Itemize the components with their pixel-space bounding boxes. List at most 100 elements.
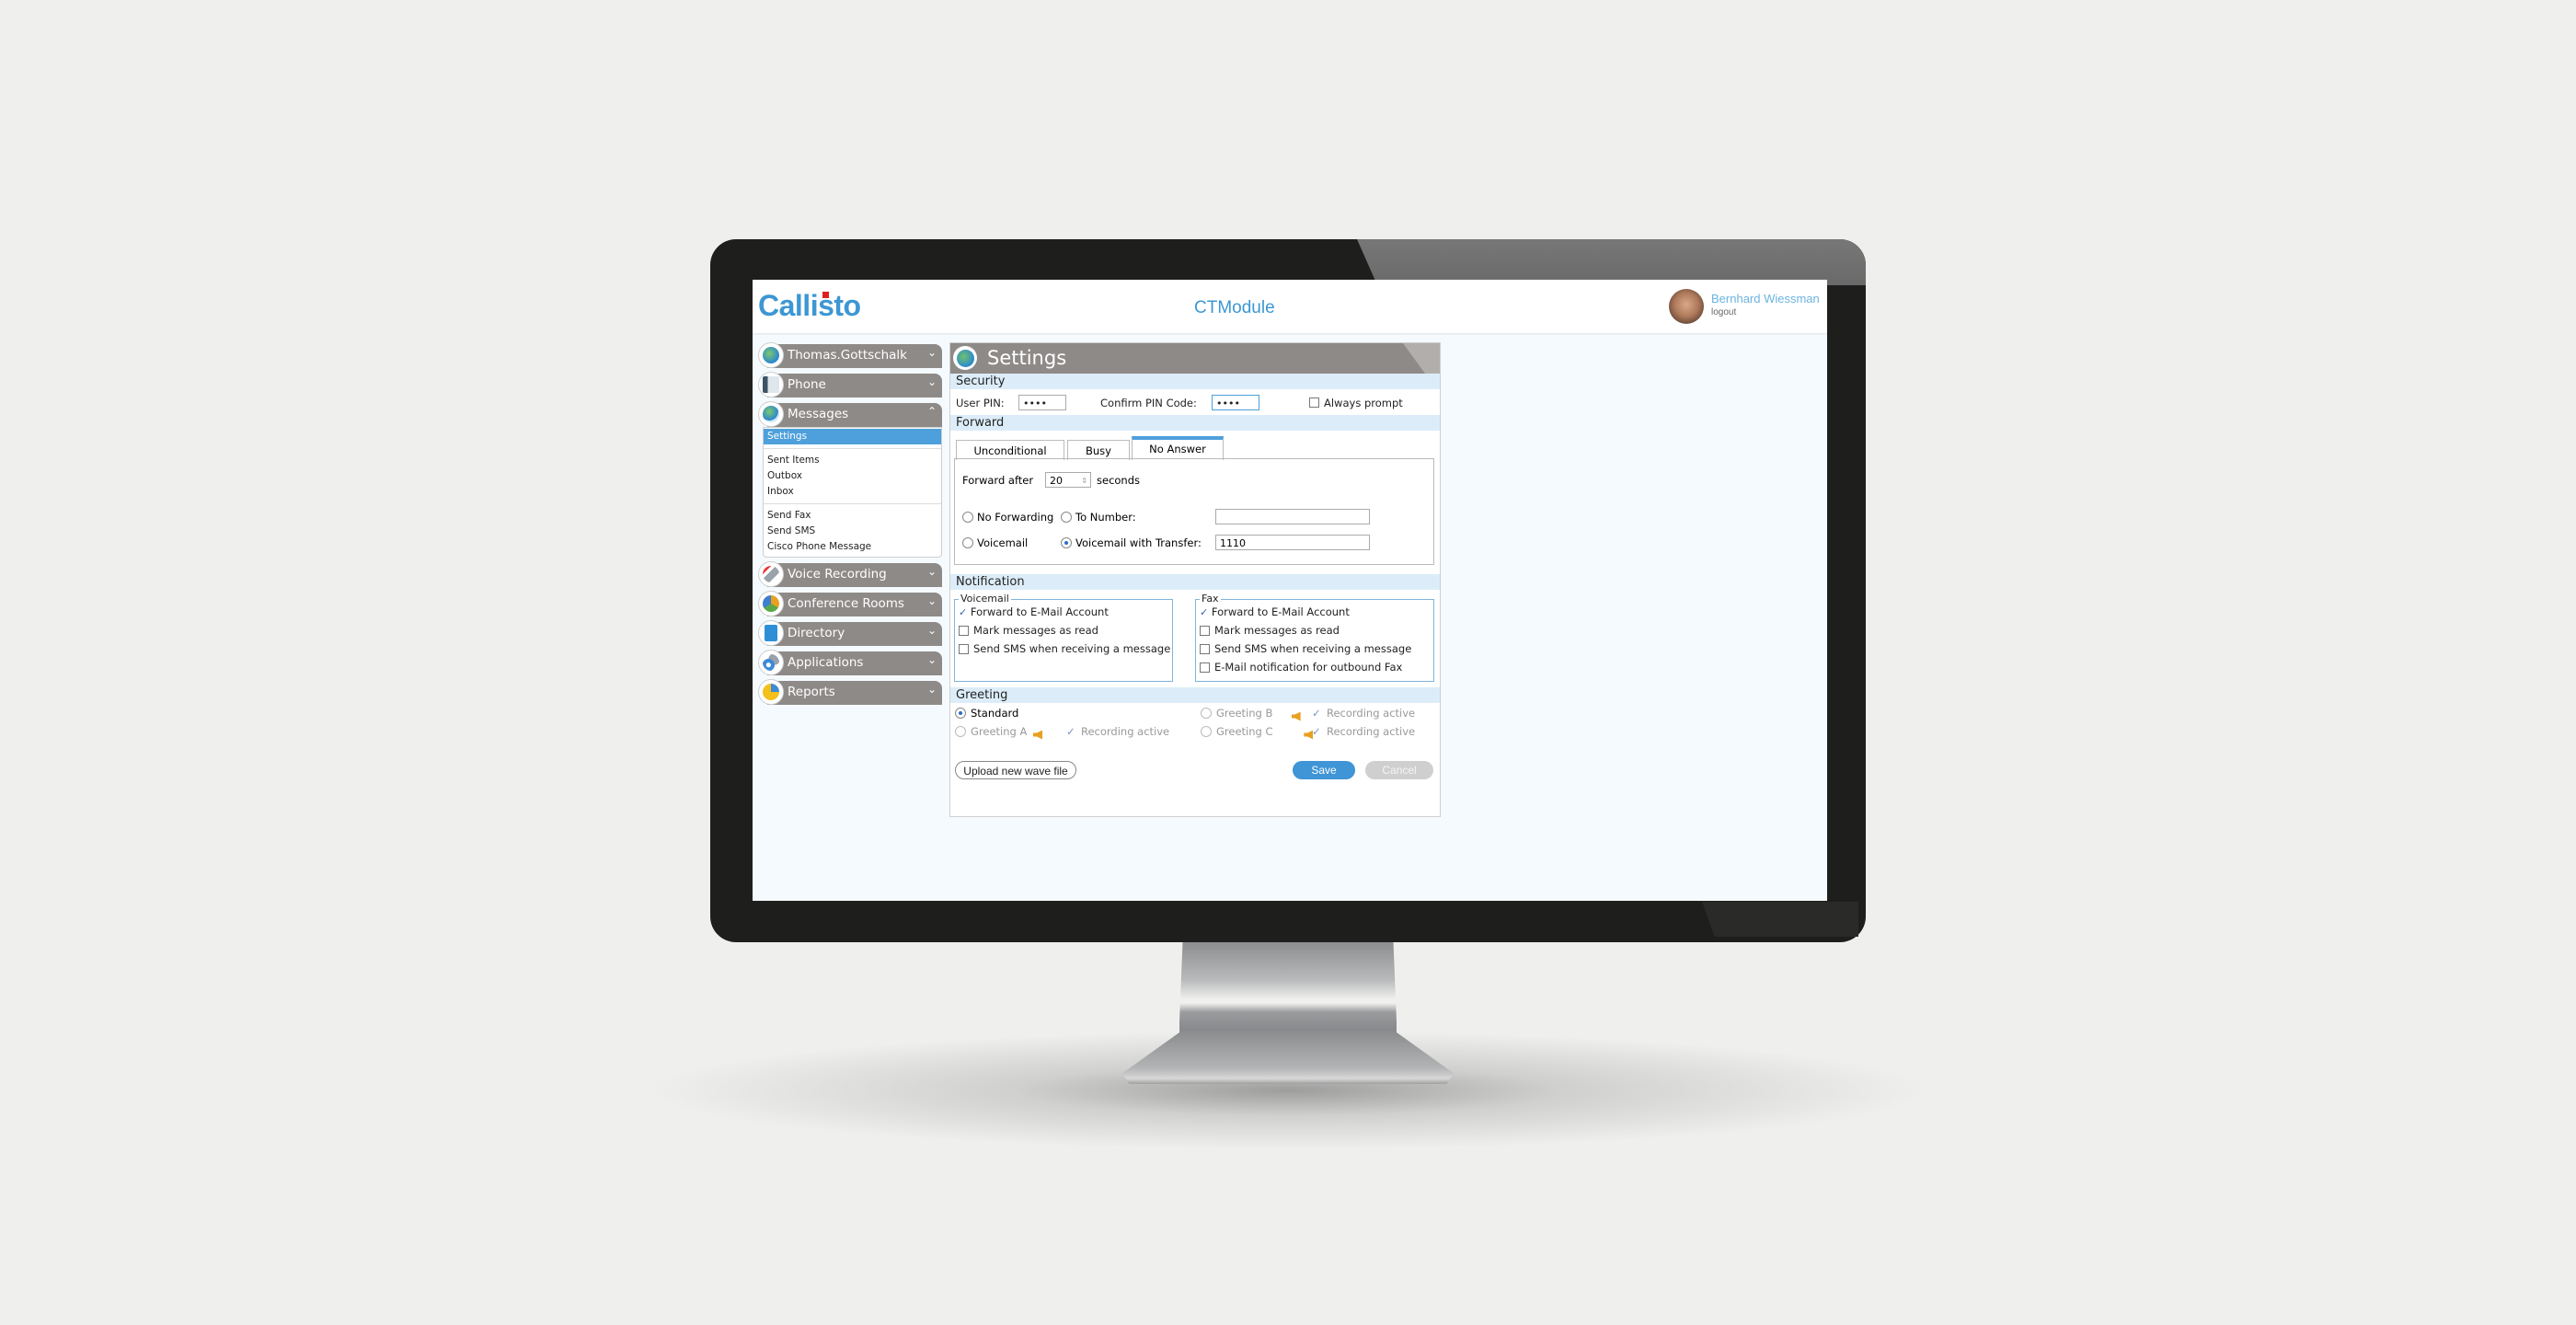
sidebar-item-label: Applications (788, 655, 864, 670)
tab-busy[interactable]: Busy (1067, 440, 1130, 460)
bezel-reflection (1357, 239, 1866, 285)
greeting-a-status: Recording active (1081, 725, 1170, 738)
section-forward: Forward (950, 415, 1440, 431)
top-bar: Callisto CTModule Bernhard Wiessman logo… (753, 280, 1827, 335)
submenu-item-send-sms[interactable]: Send SMS (764, 524, 941, 539)
sidebar-item-label: Messages (788, 407, 849, 421)
vm-send-sms-option[interactable]: Send SMS when receiving a message (959, 642, 1170, 655)
desk-phone-icon (758, 372, 784, 398)
globe-envelope-icon (758, 401, 784, 427)
forward-after-stepper[interactable]: 20 ⇕ (1045, 472, 1091, 488)
checkmark-icon: ✓ (1066, 725, 1075, 738)
greeting-c-label: Greeting C (1216, 725, 1273, 738)
app-screen: Callisto CTModule Bernhard Wiessman logo… (753, 280, 1827, 901)
cancel-button[interactable]: Cancel (1365, 761, 1433, 779)
submenu-item-cisco-phone-message[interactable]: Cisco Phone Message (764, 539, 941, 555)
sidebar-item-messages[interactable]: Messages ⌃ (758, 401, 942, 427)
to-number-input[interactable] (1215, 509, 1370, 524)
submenu-item-inbox[interactable]: Inbox (764, 484, 941, 500)
tab-unconditional[interactable]: Unconditional (956, 440, 1064, 460)
chevron-down-icon[interactable]: ⌄ (927, 683, 937, 696)
user-pin-label: User PIN: (956, 397, 1005, 409)
chevron-down-icon[interactable]: ⌄ (927, 653, 937, 666)
forward-after-label: Forward after (962, 474, 1034, 487)
sidebar-item-reports[interactable]: Reports ⌄ (758, 679, 942, 705)
voicemail-transfer-radio[interactable] (1061, 537, 1072, 548)
sidebar-item-user[interactable]: Thomas.Gottschalk ⌄ (758, 342, 942, 368)
chevron-down-icon[interactable]: ⌄ (927, 565, 937, 578)
user-avatar[interactable] (1669, 289, 1704, 324)
submenu-item-sent-items[interactable]: Sent Items (764, 453, 941, 468)
tab-no-answer[interactable]: No Answer (1132, 436, 1224, 460)
standard-greeting-label: Standard (971, 707, 1019, 720)
voicemail-legend: Voicemail (959, 593, 1011, 605)
no-forwarding-radio[interactable] (962, 512, 973, 523)
sidebar-item-label: Voice Recording (788, 567, 887, 582)
checkbox[interactable] (1200, 644, 1210, 654)
sidebar: Thomas.Gottschalk ⌄ Phone ⌄ Messages ⌃ S… (758, 342, 942, 709)
option-label: Send SMS when receiving a message (1214, 642, 1412, 655)
speaker-icon[interactable] (1033, 730, 1042, 740)
submenu-item-settings[interactable]: Settings (764, 429, 941, 444)
voicemail-transfer-label: Voicemail with Transfer: (1075, 536, 1202, 549)
page-title: Settings (987, 347, 1067, 369)
greeting-c-radio[interactable] (1201, 726, 1212, 737)
swiss-flag-icon (822, 292, 829, 298)
speaker-icon[interactable] (1291, 711, 1301, 721)
checkbox[interactable] (959, 626, 969, 636)
transfer-number-input[interactable]: 1110 (1215, 535, 1370, 550)
microphone-icon (758, 561, 784, 587)
fax-outbound-email-option[interactable]: E-Mail notification for outbound Fax (1200, 661, 1402, 674)
sidebar-item-label: Phone (788, 377, 826, 392)
greeting-b-radio[interactable] (1201, 708, 1212, 719)
user-pin-input[interactable]: •••• (1018, 395, 1066, 410)
checkbox[interactable] (959, 644, 969, 654)
greeting-a-radio[interactable] (955, 726, 966, 737)
fax-send-sms-option[interactable]: Send SMS when receiving a message (1200, 642, 1411, 655)
vm-mark-read-option[interactable]: Mark messages as read (959, 624, 1098, 637)
sidebar-item-directory[interactable]: Directory ⌄ (758, 620, 942, 646)
vm-forward-email-option[interactable]: ✓ Forward to E-Mail Account (959, 605, 1109, 618)
sidebar-item-voice-recording[interactable]: Voice Recording ⌄ (758, 561, 942, 587)
people-icon (758, 591, 784, 616)
to-number-radio[interactable] (1061, 512, 1072, 523)
module-title: CTModule (1194, 298, 1275, 317)
standard-greeting-radio[interactable] (955, 708, 966, 719)
chevron-down-icon[interactable]: ⌄ (927, 594, 937, 607)
chevron-down-icon[interactable]: ⌄ (927, 375, 937, 388)
option-label: Mark messages as read (1214, 624, 1340, 637)
submenu-item-outbox[interactable]: Outbox (764, 468, 941, 484)
confirm-pin-input[interactable]: •••• (1212, 395, 1259, 410)
greeting-c-status: Recording active (1327, 725, 1416, 738)
submenu-item-send-fax[interactable]: Send Fax (764, 508, 941, 524)
user-name[interactable]: Bernhard Wiessman (1711, 292, 1820, 305)
option-label: Mark messages as read (973, 624, 1098, 637)
no-forwarding-label: No Forwarding (977, 511, 1054, 524)
save-button[interactable]: Save (1293, 761, 1355, 779)
checkbox[interactable] (1200, 662, 1210, 673)
voicemail-radio[interactable] (962, 537, 973, 548)
checkmark-icon[interactable]: ✓ (1200, 606, 1208, 618)
checkbox[interactable] (1200, 626, 1210, 636)
gears-icon (758, 650, 784, 675)
chevron-down-icon[interactable]: ⌄ (927, 346, 937, 359)
always-prompt-checkbox[interactable] (1309, 398, 1319, 408)
sidebar-item-phone[interactable]: Phone ⌄ (758, 372, 942, 398)
sidebar-item-label: Conference Rooms (788, 596, 904, 611)
fax-forward-email-option[interactable]: ✓ Forward to E-Mail Account (1200, 605, 1350, 618)
chevron-down-icon[interactable]: ⌄ (927, 624, 937, 637)
sidebar-item-applications[interactable]: Applications ⌄ (758, 650, 942, 675)
upload-wave-file-button[interactable]: Upload new wave file (955, 761, 1076, 779)
monitor-foot (1122, 1031, 1454, 1084)
sidebar-item-conference-rooms[interactable]: Conference Rooms ⌄ (758, 591, 942, 616)
greeting-b-label: Greeting B (1216, 707, 1273, 720)
fax-fieldset: Fax ✓ Forward to E-Mail Account Mark mes… (1195, 593, 1434, 682)
fax-mark-read-option[interactable]: Mark messages as read (1200, 624, 1340, 637)
checkmark-icon: ✓ (1312, 725, 1321, 738)
chevron-up-icon[interactable]: ⌃ (927, 405, 937, 418)
notification-area: Voicemail ✓ Forward to E-Mail Account Ma… (950, 590, 1440, 682)
checkmark-icon[interactable]: ✓ (959, 606, 967, 618)
stepper-arrows-icon[interactable]: ⇕ (1081, 473, 1087, 489)
logout-link[interactable]: logout (1711, 307, 1736, 317)
app-logo[interactable]: Callisto (758, 289, 861, 323)
